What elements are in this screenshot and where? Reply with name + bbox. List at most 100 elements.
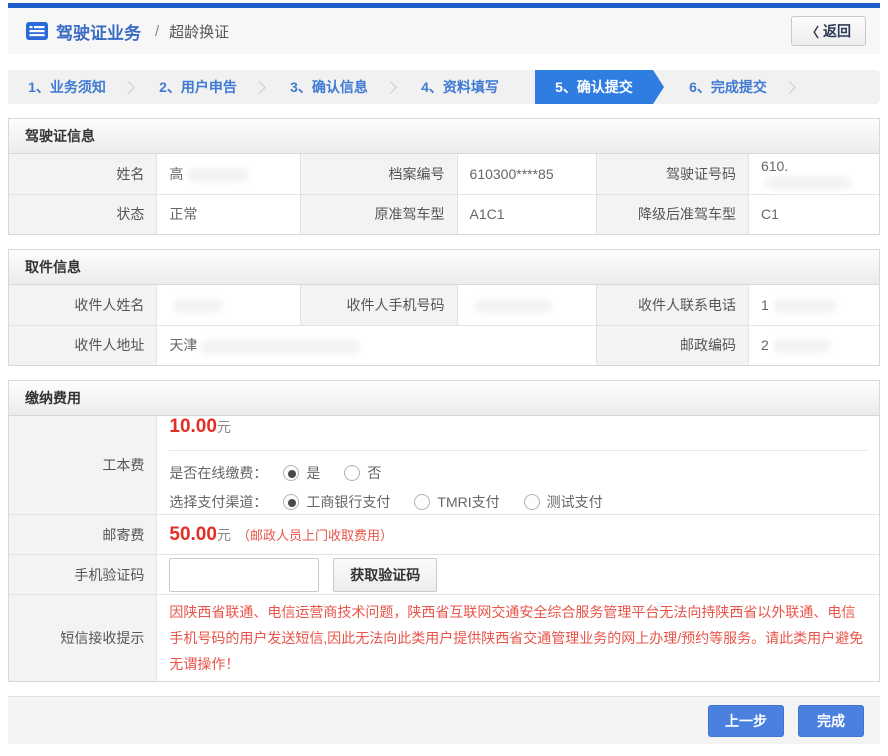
table-row: 姓名 高 档案编号 610300****85 驾驶证号码 610. [9,154,879,194]
payment-channel-question: 选择支付渠道： [169,492,267,512]
radio-channel-test[interactable]: 测试支付 [524,492,603,512]
production-fee-row: 工本费 10.00元 是否在线缴费： 是 否 选择支付渠道： 工商银行支付 TM… [9,416,879,515]
downgraded-class-value: C1 [748,194,879,234]
previous-step-button[interactable]: 上一步 [708,705,784,737]
field-label: 短信接收提示 [9,595,157,682]
field-label: 手机验证码 [9,555,157,595]
redaction-blur [773,299,837,313]
payment-channel-question-line: 选择支付渠道： 工商银行支付 TMRI支付 测试支付 [169,492,867,512]
table-row: 状态 正常 原准驾车型 A1C1 降级后准驾车型 C1 [9,194,879,234]
redaction-blur [187,168,249,182]
name-value: 高 [157,154,301,194]
step-5-confirm-submit[interactable]: 5、确认提交 [535,70,653,104]
radio-channel-icbc[interactable]: 工商银行支付 [283,492,390,512]
currency-unit: 元 [217,419,231,435]
step-4-fill-data[interactable]: 4、资料填写 [401,70,519,104]
captcha-row: 手机验证码 获取验证码 [9,555,879,595]
fees-title: 缴纳费用 [9,381,879,416]
page: 驾驶证业务 / 超龄换证 〈 返回 1、业务须知 2、用户申告 3、确认信息 4… [8,3,880,744]
step-3-confirm-info[interactable]: 3、确认信息 [270,70,388,104]
redaction-blur [765,176,851,190]
sms-notice-text: 因陕西省联通、电信运营商技术问题，陕西省互联网交通安全综合服务管理平台无法向持陕… [169,595,867,681]
field-label: 收件人地址 [9,325,157,365]
radio-label: 工商银行支付 [306,492,390,512]
field-label: 工本费 [9,416,157,515]
captcha-cell: 获取验证码 [157,555,879,595]
step-2-declare[interactable]: 2、用户申告 [139,70,257,104]
status-value: 正常 [157,194,301,234]
field-label: 姓名 [9,154,157,194]
back-button-label: 返回 [823,21,851,41]
original-class-value: A1C1 [457,194,596,234]
breadcrumb-separator: / [155,23,159,40]
mail-fee-amount: 50.00 [169,524,217,545]
radio-label: 否 [367,463,381,483]
redaction-blur [773,339,831,353]
recipient-address-value: 天津 [157,325,596,365]
production-fee-amount: 10.00 [169,416,217,437]
field-label: 降级后准驾车型 [596,194,748,234]
radio-label: TMRI支付 [437,492,499,512]
field-label: 原准驾车型 [300,194,457,234]
field-label: 收件人姓名 [9,285,157,325]
step-progress-bar: 1、业务须知 2、用户申告 3、确认信息 4、资料填写 5、确认提交 6、完成提… [8,70,880,104]
table-row: 收件人地址 天津 邮政编码 2 [9,325,879,365]
production-fee-value: 10.00元 是否在线缴费： 是 否 选择支付渠道： 工商银行支付 TMRI支付… [157,416,879,515]
captcha-input[interactable] [169,558,319,592]
currency-unit: 元 [217,527,231,543]
back-button[interactable]: 〈 返回 [791,16,866,46]
radio-icon [344,465,360,481]
table-row: 收件人姓名 收件人手机号码 收件人联系电话 1 [9,285,879,325]
production-fee-amount-line: 10.00元 [169,416,867,438]
redaction-blur [173,299,223,313]
pickup-info-section: 取件信息 收件人姓名 收件人手机号码 收件人联系电话 1 收件人地址 天津 邮政… [8,249,880,366]
field-label: 档案编号 [300,154,457,194]
postal-code-value: 2 [748,325,879,365]
mail-fee-row: 邮寄费 50.00元 （邮政人员上门收取费用） [9,515,879,555]
license-info-table: 姓名 高 档案编号 610300****85 驾驶证号码 610. 状态 正常 … [9,154,879,234]
recipient-name-value [157,285,301,325]
finish-button[interactable]: 完成 [798,705,864,737]
field-label: 邮政编码 [596,325,748,365]
online-payment-question: 是否在线缴费： [169,463,267,483]
pickup-info-title: 取件信息 [9,250,879,285]
radio-icon [283,494,299,510]
field-label: 收件人手机号码 [300,285,457,325]
fees-table: 工本费 10.00元 是否在线缴费： 是 否 选择支付渠道： 工商银行支付 TM… [9,416,879,681]
radio-label: 测试支付 [547,492,603,512]
step-6-done[interactable]: 6、完成提交 [669,70,787,104]
field-label: 状态 [9,194,157,234]
field-label: 驾驶证号码 [596,154,748,194]
redaction-blur [474,299,552,313]
redaction-blur [201,340,361,354]
license-info-section: 驾驶证信息 姓名 高 档案编号 610300****85 驾驶证号码 610. … [8,118,880,235]
field-label: 邮寄费 [9,515,157,555]
radio-icon [414,494,430,510]
pickup-info-table: 收件人姓名 收件人手机号码 收件人联系电话 1 收件人地址 天津 邮政编码 2 [9,285,879,365]
divider [169,450,867,451]
radio-icon [524,494,540,510]
recipient-phone-value: 1 [748,285,879,325]
radio-pay-online-yes[interactable]: 是 [283,463,320,483]
page-title: 驾驶证业务 [56,19,141,44]
recipient-mobile-value [457,285,596,325]
mail-fee-note: （邮政人员上门收取费用） [237,528,393,543]
license-number-value: 610. [748,154,879,194]
mail-fee-value: 50.00元 （邮政人员上门收取费用） [157,515,879,555]
license-info-title: 驾驶证信息 [9,119,879,154]
license-menu-icon [26,22,48,40]
online-payment-question-line: 是否在线缴费： 是 否 [169,463,867,483]
radio-pay-online-no[interactable]: 否 [344,463,381,483]
step-1-notice[interactable]: 1、业务须知 [8,70,126,104]
sms-notice-row: 短信接收提示 因陕西省联通、电信运营商技术问题，陕西省互联网交通安全综合服务管理… [9,595,879,682]
radio-channel-tmri[interactable]: TMRI支付 [414,492,499,512]
back-chevron-icon: 〈 [806,22,819,41]
footer-action-bar: 上一步 完成 [8,696,880,744]
radio-label: 是 [306,463,320,483]
page-header: 驾驶证业务 / 超龄换证 〈 返回 [8,8,880,54]
radio-icon [283,465,299,481]
get-captcha-button[interactable]: 获取验证码 [333,558,437,592]
file-number-value: 610300****85 [457,154,596,194]
sms-notice-cell: 因陕西省联通、电信运营商技术问题，陕西省互联网交通安全综合服务管理平台无法向持陕… [157,595,879,682]
breadcrumb: 驾驶证业务 / 超龄换证 [26,19,229,44]
